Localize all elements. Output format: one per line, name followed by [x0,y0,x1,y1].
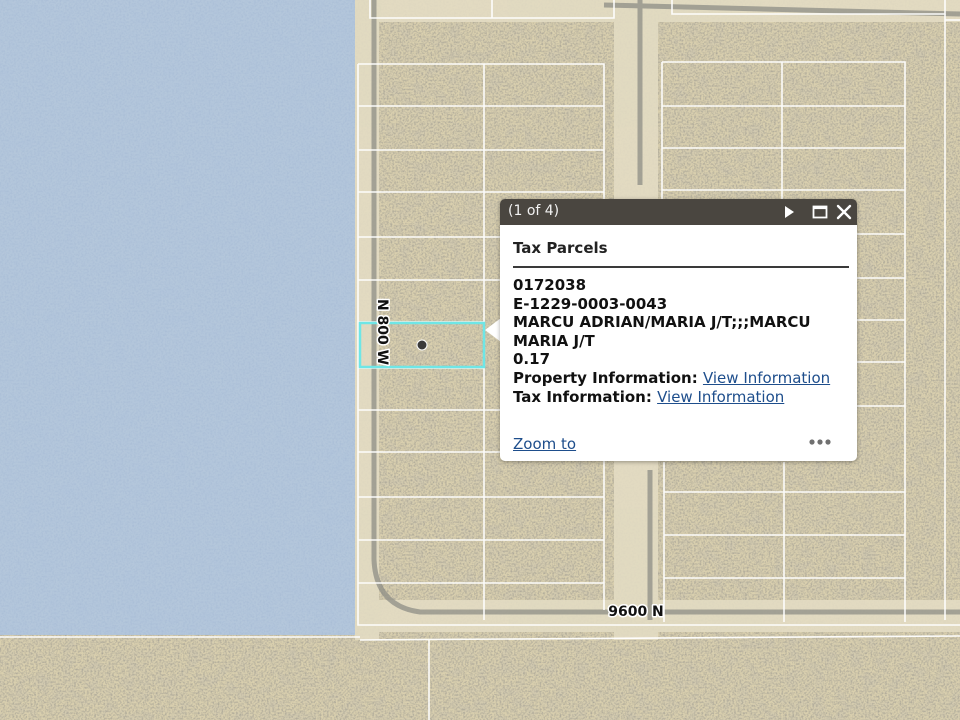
popup-title: Tax Parcels [513,239,608,257]
tax-info-row: Tax Information: View Information [513,388,849,407]
zoom-to-link[interactable]: Zoom to [513,435,576,453]
road-label-n800w: N 800 W [374,299,390,365]
popup-divider [513,266,849,268]
parcel-owner: MARCU ADRIAN/MARIA J/T;;;MARCU MARIA J/T [513,313,811,350]
popup-feature-count: (1 of 4) [508,203,560,219]
feature-popup: (1 of 4) Tax Parcels 0172038 E-1229-0003… [500,199,857,461]
parcel-id: 0172038 [513,276,587,294]
parcel-location-marker[interactable] [416,339,428,351]
popup-attributes: 0172038 E-1229-0003-0043 MARCU ADRIAN/MA… [513,276,849,406]
maximize-icon[interactable] [811,203,829,221]
property-info-link[interactable]: View Information [703,369,830,387]
road-label-n9600: 9600 N [608,604,664,620]
close-icon[interactable] [835,203,853,221]
parcel-serial: E-1229-0003-0043 [513,294,668,313]
popup-body: Tax Parcels 0172038 E-1229-0003-0043 MAR… [500,225,857,461]
overlay-region [0,0,355,635]
popup-header: (1 of 4) [500,199,857,225]
property-info-label: Property Information: [513,368,698,387]
parcel-acreage: 0.17 [513,350,551,369]
property-info-row: Property Information: View Information [513,369,849,388]
popup-footer: Zoom to [513,435,576,453]
play-icon[interactable] [780,203,798,221]
popup-pointer [485,318,501,342]
more-icon[interactable] [807,434,833,450]
tax-info-link[interactable]: View Information [657,388,784,406]
tax-info-label: Tax Information: [513,387,652,406]
